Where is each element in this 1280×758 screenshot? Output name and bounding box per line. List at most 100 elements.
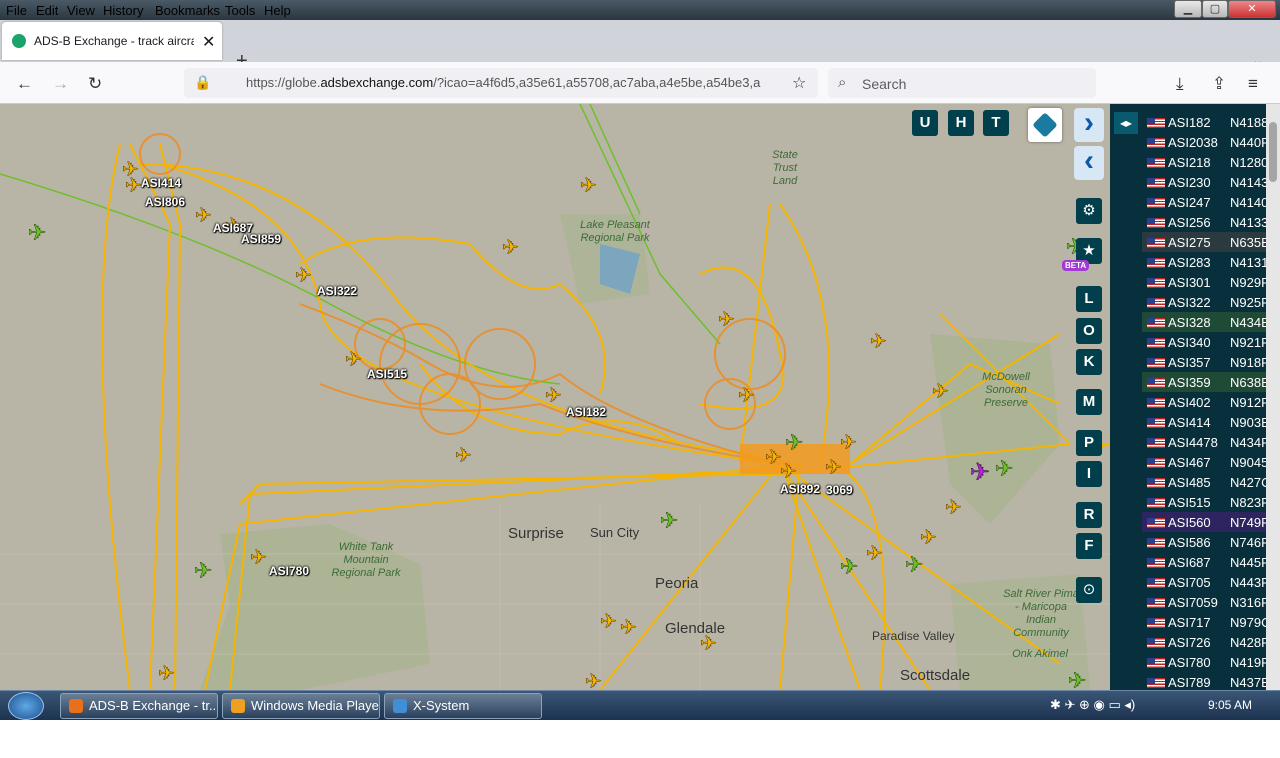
maximize-button[interactable]: ▢ [1202,0,1228,18]
table-row[interactable]: ASI726 N428PA [1142,632,1277,652]
button-i[interactable]: I [1076,461,1102,487]
us-flag-icon [1147,658,1165,668]
table-row[interactable]: ASI687 N445PA [1142,552,1277,572]
reload-button[interactable]: ↻ [88,74,102,94]
table-row[interactable]: ASI247 N4140W [1142,192,1280,212]
share-icon[interactable]: ⇪ [1212,74,1226,94]
button-l[interactable]: L [1076,286,1102,312]
tab-adsb[interactable]: ADS-B Exchange - track aircraft ✕ [2,22,222,60]
replay-icon[interactable]: ⊙ [1076,577,1102,603]
menu-bookmarks[interactable]: Bookmarks [155,3,220,18]
scrollbar-thumb[interactable] [1269,122,1277,182]
url-bar[interactable]: 🔒 https://globe.adsbexchange.com/?icao=a… [184,68,818,98]
aircraft-label[interactable]: 3069 [826,483,853,497]
svg-text:✈: ✈ [870,331,887,353]
us-flag-icon [1147,498,1165,508]
table-row[interactable]: ASI4478 N434PA [1142,432,1277,452]
menu-file[interactable]: File [6,3,27,18]
park-label: McDowell Sonoran Preserve [982,371,1030,409]
table-row[interactable]: ASI283 N4131T [1142,252,1276,272]
menu-help[interactable]: Help [264,3,291,18]
aircraft-label[interactable]: ASI892 [780,482,820,496]
taskbar-item-media-player[interactable]: Windows Media Player [222,693,380,719]
forward-arrow-button[interactable]: › [1074,108,1104,142]
table-row[interactable]: ASI586 N746PA [1142,532,1277,552]
table-row[interactable]: ASI414 N903EE [1142,412,1278,432]
table-row[interactable]: ASI717 N979C [1142,612,1270,632]
button-o[interactable]: O [1076,318,1102,344]
button-k[interactable]: K [1076,349,1102,375]
table-row[interactable]: ASI256 N4133D [1142,212,1278,232]
callsign-cell: ASI256 [1168,215,1211,230]
table-row[interactable]: ASI182 N4188T [1142,112,1276,132]
menu-history[interactable]: History [103,3,143,18]
back-button[interactable]: ← [16,74,33,94]
table-row[interactable]: ASI359 N638ER [1142,372,1279,392]
aircraft-label[interactable]: ASI182 [566,405,606,419]
aircraft-label[interactable]: ASI806 [145,195,185,209]
table-row[interactable]: ASI218 N1280K [1142,152,1277,172]
button-m[interactable]: M [1076,389,1102,415]
tab-close-icon[interactable]: ✕ [202,32,215,52]
aircraft-label[interactable]: ASI322 [317,284,357,298]
button-p[interactable]: P [1076,430,1102,456]
table-row[interactable]: ASI780 N419PA [1142,652,1277,672]
system-tray[interactable]: ✱ ✈ ⊕ ◉ ▭ ◂) [1050,697,1135,713]
table-row[interactable]: ASI301 N929PA [1142,272,1277,292]
table-row[interactable]: ASI7059 N316PA [1142,592,1277,612]
window-close-button[interactable]: ✕ [1228,0,1276,18]
table-row[interactable]: ASI340 N921PA [1142,332,1277,352]
table-row[interactable]: ASI328 N434ER [1142,312,1279,332]
menu-view[interactable]: View [67,3,95,18]
table-row[interactable]: ASI2038 N440PA [1142,132,1277,152]
callsign-cell: ASI182 [1168,115,1211,130]
layers-button[interactable] [1028,108,1062,142]
start-button[interactable] [8,692,44,720]
aircraft-label[interactable]: ASI859 [241,232,281,246]
place-label: Glendale [665,620,726,637]
button-u[interactable]: U [912,110,938,136]
table-row[interactable]: ASI789 N437ER [1142,672,1279,690]
settings-gear-icon[interactable]: ⚙ [1076,198,1102,224]
aircraft-label[interactable]: ASI515 [367,367,407,381]
layers-icon [1032,112,1058,138]
table-row[interactable]: ASI560 N749PA [1142,512,1277,532]
back-arrow-button[interactable]: ‹ [1074,146,1104,180]
us-flag-icon [1147,378,1165,388]
svg-text:✈: ✈ [194,558,212,583]
menu-tools[interactable]: Tools [225,3,255,18]
panel-scrollbar[interactable] [1266,104,1280,690]
xsystem-icon [393,699,407,713]
map-view[interactable]: ✈ ✈ ✈ ✈ ✈ ✈ ✈ ✈ ✈ ✈ ✈ ✈ ✈ ✈ ✈ ✈ ✈ ✈ ✈ ✈ ✈ ✈ ✈ ✈ ✈ ✈ ✈ ✈ ✈ ✈ … [0,104,1110,690]
table-row[interactable]: ASI322 N925PA [1142,292,1277,312]
app-menu-icon[interactable]: ≡ [1248,74,1258,94]
table-row[interactable]: ASI402 N912PA [1142,392,1277,412]
search-bar[interactable]: ⌕ Search [828,68,1096,98]
svg-text:✈: ✈ [345,349,362,371]
menu-edit[interactable]: Edit [36,3,58,18]
downloads-icon[interactable]: ⤓ [1176,74,1184,94]
button-f[interactable]: F [1076,533,1102,559]
aircraft-label[interactable]: ASI414 [141,176,181,190]
taskbar-item-xsystem[interactable]: X-System [384,693,542,719]
button-h[interactable]: H [948,110,974,136]
forward-button[interactable]: → [52,74,69,94]
button-t[interactable]: T [983,110,1009,136]
table-row[interactable]: ASI705 N443PA [1142,572,1277,592]
taskbar-item-browser[interactable]: ADS-B Exchange - tr... [60,693,218,719]
table-row[interactable]: ASI515 N823PA [1142,492,1277,512]
url-text: https://globe.adsbexchange.com/?icao=a4f… [246,75,761,90]
us-flag-icon [1147,438,1165,448]
table-row[interactable]: ASI230 N4143A [1142,172,1277,192]
svg-text:✈: ✈ [250,547,267,569]
table-row[interactable]: ASI467 N9045B [1142,452,1277,472]
aircraft-label[interactable]: ASI780 [269,564,309,578]
button-r[interactable]: R [1076,502,1102,528]
bookmark-star-icon[interactable]: ☆ [792,73,806,93]
panel-toggle-button[interactable]: ◂▸ [1114,112,1138,134]
minimize-button[interactable]: ▁ [1174,0,1202,18]
table-row[interactable]: ASI275 N635ER [1142,232,1279,252]
clock[interactable]: 9:05 AM [1208,698,1252,712]
table-row[interactable]: ASI357 N918PA [1142,352,1277,372]
table-row[interactable]: ASI485 N427CR [1142,472,1280,492]
